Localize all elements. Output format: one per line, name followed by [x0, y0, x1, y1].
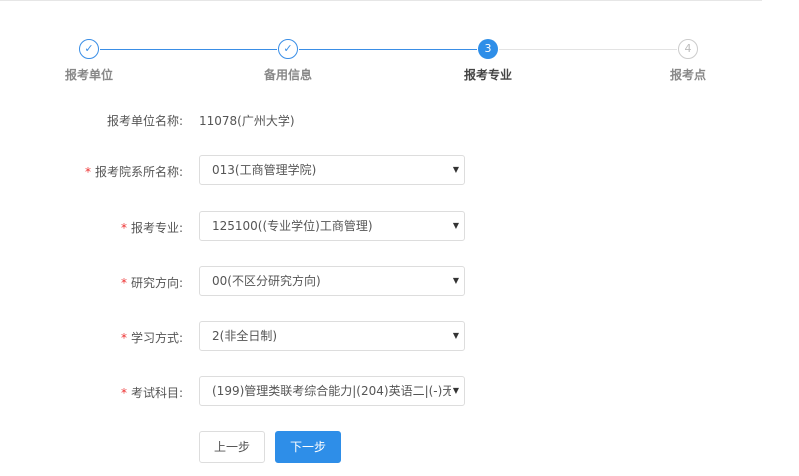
select-value: 125100((专业学位)工商管理) — [212, 219, 373, 233]
step-3-label: 报考专业 — [463, 68, 513, 82]
major-label: * 报考专业: — [121, 219, 183, 236]
exam-subjects-label: * 考试科目: — [121, 384, 183, 401]
step-2-check-icon: ✓ — [278, 39, 298, 59]
step-connector — [299, 49, 477, 50]
required-mark: * — [120, 221, 127, 235]
research-direction-label: * 研究方向: — [121, 274, 183, 291]
unit-value: 11078(广州大学) — [199, 114, 295, 128]
select-value: 00(不区分研究方向) — [212, 274, 321, 288]
exam-subjects-select[interactable]: (199)管理类联考综合能力|(204)英语二|(-)无 ▼ — [199, 376, 465, 406]
required-mark: * — [120, 386, 127, 400]
unit-label: 报考单位名称: — [106, 114, 183, 128]
research-direction-select[interactable]: 00(不区分研究方向) ▼ — [199, 266, 465, 296]
step-connector — [100, 49, 277, 50]
divider — [0, 0, 762, 1]
label-text: 报考院系所名称: — [94, 165, 183, 179]
study-mode-select[interactable]: 2(非全日制) ▼ — [199, 321, 465, 351]
required-mark: * — [120, 276, 127, 290]
step-4-number: 4 — [678, 39, 698, 59]
caret-down-icon: ▼ — [450, 377, 459, 405]
select-value: 013(工商管理学院) — [212, 163, 317, 177]
label-text: 考试科目: — [130, 386, 183, 400]
caret-down-icon: ▼ — [450, 322, 459, 350]
department-label: * 报考院系所名称: — [85, 163, 183, 180]
step-1-check-icon: ✓ — [79, 39, 99, 59]
required-mark: * — [84, 165, 91, 179]
caret-down-icon: ▼ — [450, 156, 459, 184]
step-2-label: 备用信息 — [263, 68, 313, 82]
step-connector — [499, 49, 677, 50]
caret-down-icon: ▼ — [450, 212, 459, 240]
step-1-label: 报考单位 — [64, 68, 114, 82]
select-value: (199)管理类联考综合能力|(204)英语二|(-)无 — [212, 384, 455, 398]
previous-step-button[interactable]: 上一步 — [199, 431, 265, 463]
study-mode-label: * 学习方式: — [121, 329, 183, 346]
caret-down-icon: ▼ — [450, 267, 459, 295]
label-text: 研究方向: — [130, 276, 183, 290]
label-text: 报考专业: — [130, 221, 183, 235]
label-text: 学习方式: — [130, 331, 183, 345]
next-step-button[interactable]: 下一步 — [275, 431, 341, 463]
step-3-number: 3 — [478, 39, 498, 59]
department-select[interactable]: 013(工商管理学院) ▼ — [199, 155, 465, 185]
major-select[interactable]: 125100((专业学位)工商管理) ▼ — [199, 211, 465, 241]
required-mark: * — [120, 331, 127, 345]
select-value: 2(非全日制) — [212, 329, 277, 343]
step-4-label: 报考点 — [669, 68, 707, 82]
